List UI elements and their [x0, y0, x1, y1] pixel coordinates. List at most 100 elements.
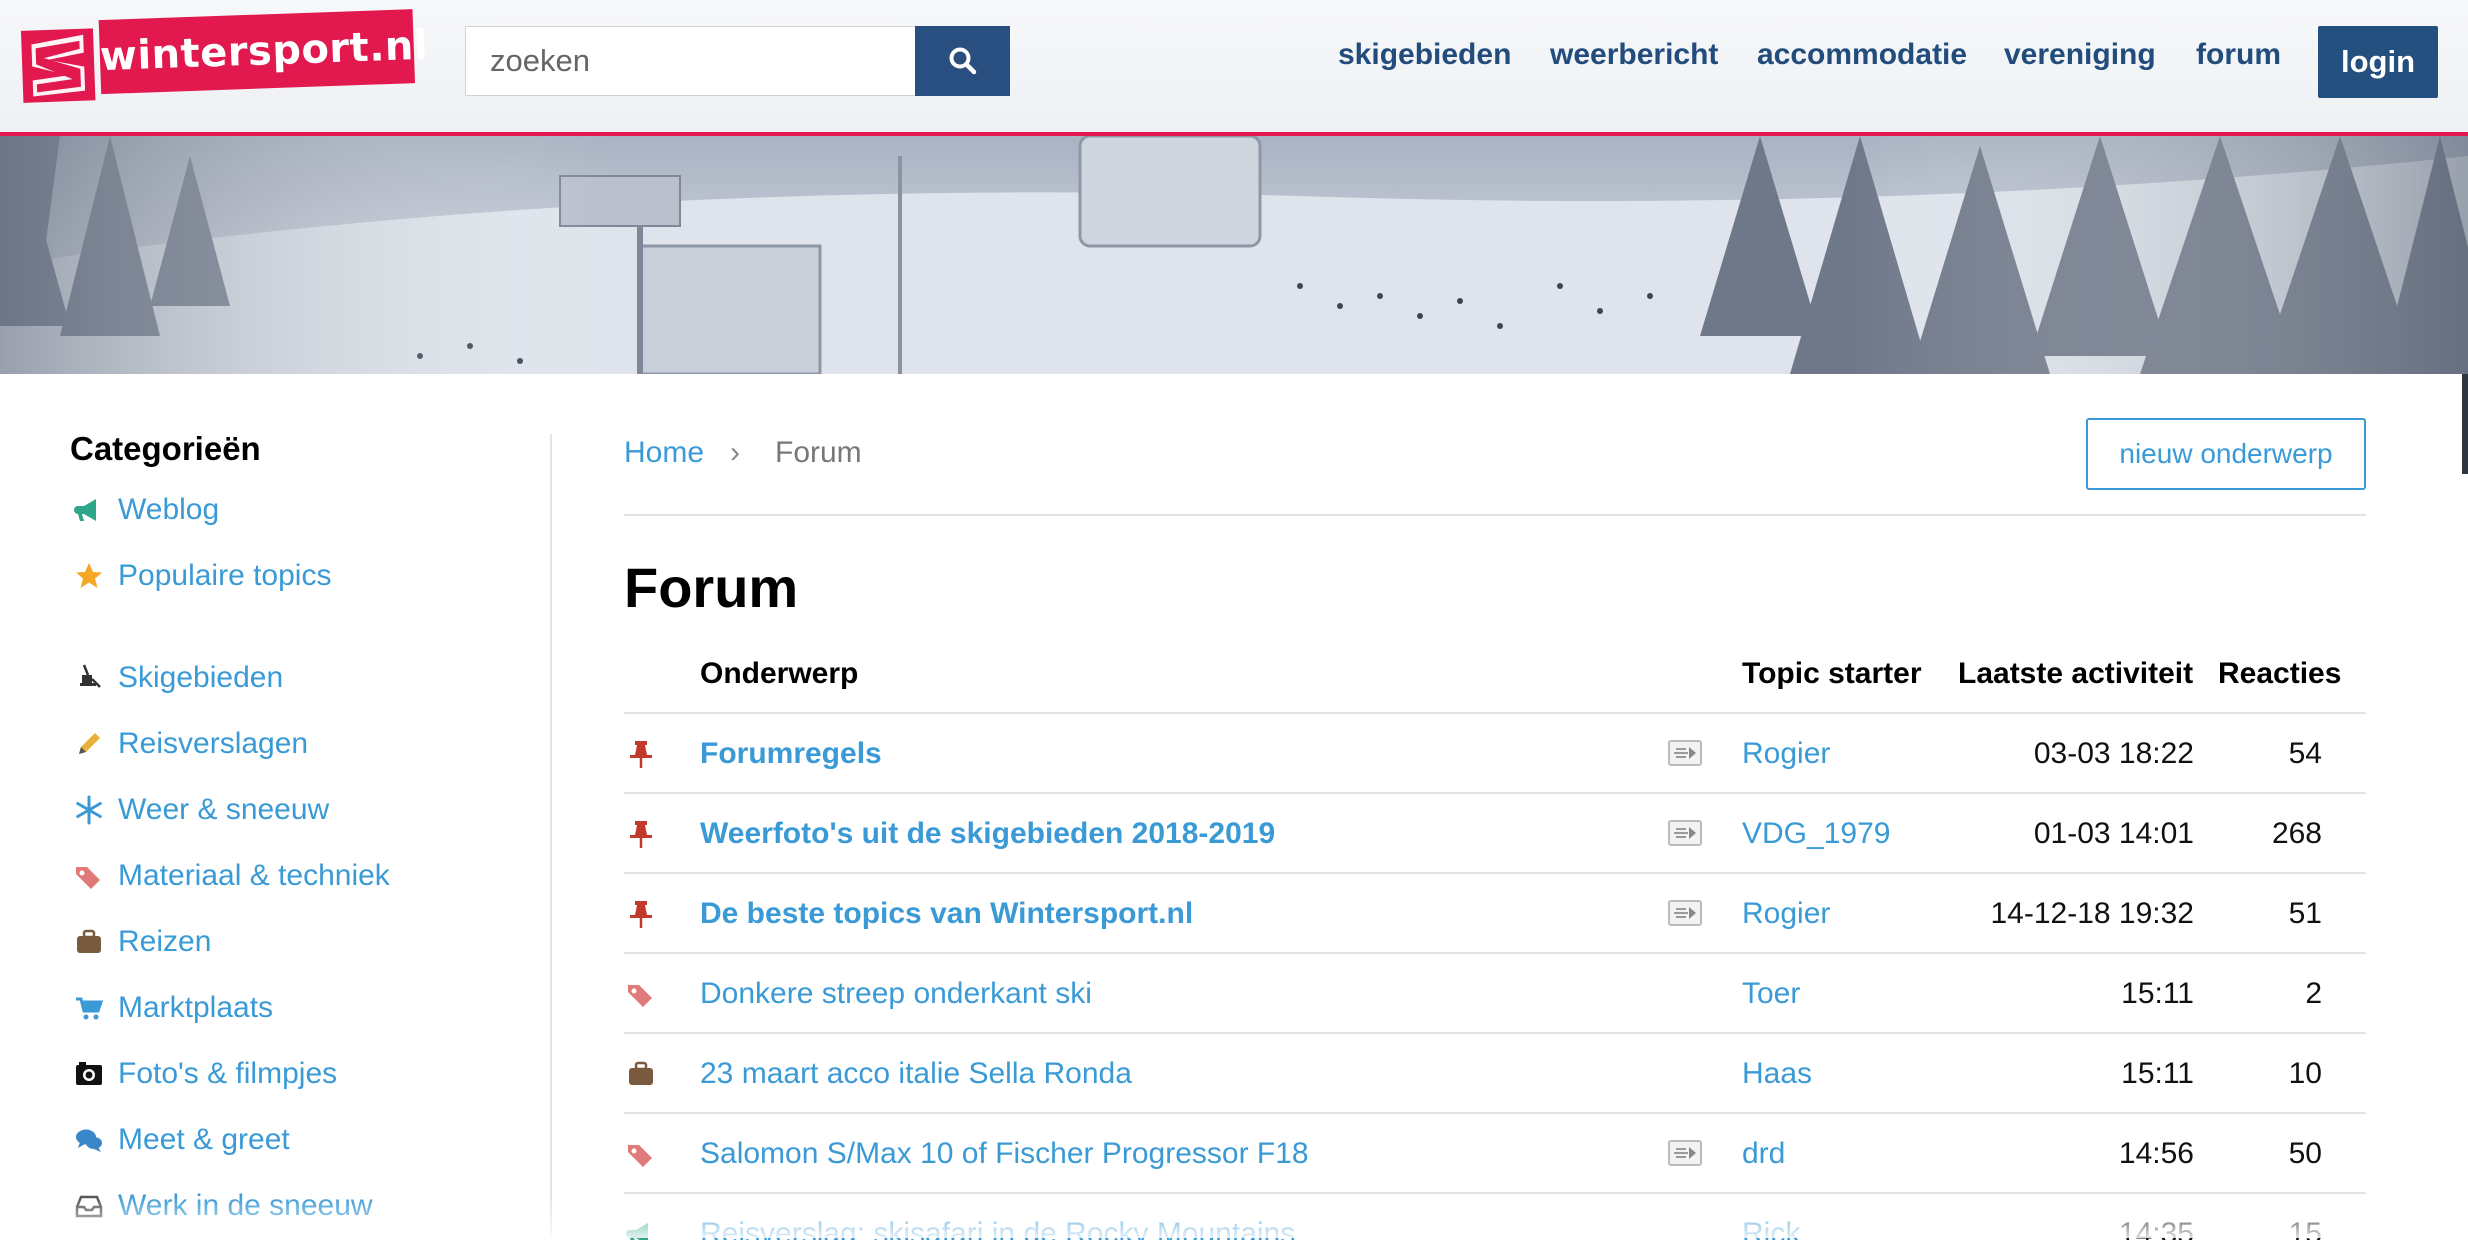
last-activity: 14:56 — [2118, 1137, 2194, 1170]
login-button[interactable]: login — [2318, 26, 2438, 98]
megaphone-icon — [624, 1217, 658, 1240]
chairlift-icon — [72, 661, 106, 695]
reply-count: 50 — [2288, 1137, 2322, 1170]
sidebar-item-fotos-filmpjes[interactable]: Foto's & filmpjes — [72, 1052, 337, 1096]
topic-link[interactable]: Reisverslag: skisafari in de Rocky Mount… — [700, 1194, 1295, 1240]
search-button[interactable] — [915, 26, 1010, 96]
sidebar-item-label: Meet & greet — [118, 1123, 290, 1156]
sidebar-item-label: Reizen — [118, 925, 212, 958]
inbox-icon — [72, 1189, 106, 1223]
topic-link[interactable]: Forumregels — [700, 714, 882, 794]
topic-starter-link[interactable]: Toer — [1742, 954, 1800, 1034]
topic-starter-link[interactable]: Rogier — [1742, 714, 1830, 794]
go-to-last-page-icon[interactable] — [1668, 740, 1702, 766]
sidebar-item-label: Werk in de sneeuw — [118, 1189, 373, 1222]
chat-bubbles-icon — [72, 1123, 106, 1157]
site-logo[interactable]: wintersport.nl — [20, 9, 429, 105]
last-activity: 14-12-18 19:32 — [1990, 897, 2195, 930]
suitcase-icon — [624, 1057, 658, 1091]
reply-count: 2 — [2305, 977, 2322, 1010]
table-row[interactable]: Salomon S/Max 10 of Fischer Progressor F… — [624, 1112, 2366, 1194]
topic-starter-link[interactable]: Rogier — [1742, 874, 1830, 954]
logo-s-mark-icon — [20, 28, 96, 103]
reply-count: 54 — [2288, 737, 2322, 770]
sidebar-item-reisverslagen[interactable]: Reisverslagen — [72, 722, 308, 766]
nav-accommodatie[interactable]: accommodatie — [1757, 38, 1967, 72]
last-activity: 15:11 — [2121, 977, 2194, 1010]
nav-skigebieden[interactable]: skigebieden — [1338, 38, 1511, 72]
last-activity: 03-03 18:22 — [2033, 737, 2194, 770]
ski-resort-banner-image — [0, 136, 2468, 374]
sidebar-item-label: Weer & sneeuw — [118, 793, 330, 826]
table-row[interactable]: De beste topics van Wintersport.nl Rogie… — [624, 872, 2366, 954]
snowflake-icon — [72, 793, 106, 827]
breadcrumb-home[interactable]: Home — [624, 436, 704, 470]
go-to-last-page-icon[interactable] — [1668, 820, 1702, 846]
breadcrumb-separator-icon: › — [730, 436, 740, 469]
sidebar-item-label: Materiaal & techniek — [118, 859, 390, 892]
search-icon — [949, 47, 976, 75]
new-topic-button[interactable]: nieuw onderwerp — [2086, 418, 2366, 490]
go-to-last-page-icon[interactable] — [1668, 1140, 1702, 1166]
topic-link[interactable]: Donkere streep onderkant ski — [700, 954, 1092, 1034]
column-header-topic[interactable]: Onderwerp — [700, 657, 858, 691]
camera-icon — [72, 1057, 106, 1091]
topic-starter-link[interactable]: Rick — [1742, 1194, 1800, 1240]
sidebar-item-werk-in-de-sneeuw[interactable]: Werk in de sneeuw — [72, 1184, 373, 1228]
table-row[interactable]: Donkere streep onderkant ski Toer 15:11 … — [624, 952, 2366, 1034]
search-input[interactable] — [465, 26, 915, 96]
pencil-icon — [72, 727, 106, 761]
table-row[interactable]: Forumregels Rogier 03-03 18:22 54 — [624, 712, 2366, 794]
column-header-activity[interactable]: Laatste activiteit — [1958, 657, 2193, 691]
topic-link[interactable]: De beste topics van Wintersport.nl — [700, 874, 1193, 954]
reply-count: 268 — [2271, 817, 2322, 850]
pin-icon — [624, 817, 658, 851]
sidebar-item-materiaal-techniek[interactable]: Materiaal & techniek — [72, 854, 390, 898]
sidebar-item-meet-greet[interactable]: Meet & greet — [72, 1118, 290, 1162]
last-activity: 01-03 14:01 — [2033, 817, 2194, 850]
last-activity: 15:11 — [2121, 1057, 2194, 1090]
sidebar-item-reizen[interactable]: Reizen — [72, 920, 211, 964]
go-to-last-page-icon[interactable] — [1668, 900, 1702, 926]
nav-forum[interactable]: forum — [2196, 38, 2281, 72]
tags-icon — [624, 1137, 658, 1171]
header-divider — [624, 514, 2366, 516]
topic-link[interactable]: Weerfoto's uit de skigebieden 2018-2019 — [700, 794, 1275, 874]
reply-count: 51 — [2288, 897, 2322, 930]
sidebar-item-label: Marktplaats — [118, 991, 274, 1024]
topic-link[interactable]: 23 maart acco italie Sella Ronda — [700, 1034, 1132, 1114]
star-icon — [72, 559, 106, 593]
sidebar-item-label: Reisverslagen — [118, 727, 309, 760]
sidebar-item-weer-sneeuw[interactable]: Weer & sneeuw — [72, 788, 329, 832]
site-header: wintersport.nl skigebieden weerbericht a… — [0, 0, 2468, 136]
pin-icon — [624, 897, 658, 931]
nav-vereniging[interactable]: vereniging — [2004, 38, 2156, 72]
sidebar-item-label: Populaire topics — [118, 559, 332, 592]
topic-link[interactable]: Salomon S/Max 10 of Fischer Progressor F… — [700, 1114, 1309, 1194]
topic-starter-link[interactable]: Haas — [1742, 1034, 1812, 1114]
sidebar-item-label: Foto's & filmpjes — [118, 1057, 338, 1090]
last-activity: 14:35 — [2118, 1217, 2194, 1240]
table-row[interactable]: Weerfoto's uit de skigebieden 2018-2019 … — [624, 792, 2366, 874]
sidebar-item-weblog[interactable]: Weblog — [72, 488, 219, 532]
suitcase-icon — [72, 925, 106, 959]
tags-icon — [72, 859, 106, 893]
shopping-cart-icon — [72, 991, 106, 1025]
logo-wordmark: wintersport.nl — [98, 9, 429, 95]
topic-starter-link[interactable]: VDG_1979 — [1742, 794, 1890, 874]
table-row[interactable]: Reisverslag: skisafari in de Rocky Mount… — [624, 1192, 2366, 1240]
page-title: Forum — [624, 556, 799, 619]
breadcrumb-current: Forum — [775, 436, 862, 469]
column-header-starter[interactable]: Topic starter — [1742, 657, 1922, 691]
column-header-replies[interactable]: Reacties — [2218, 657, 2341, 691]
nav-weerbericht[interactable]: weerbericht — [1550, 38, 1718, 72]
scrollbar-thumb[interactable] — [2462, 374, 2468, 474]
megaphone-icon — [72, 493, 106, 527]
sidebar-item-label: Weblog — [118, 493, 220, 526]
sidebar-item-populaire-topics[interactable]: Populaire topics — [72, 554, 331, 598]
sidebar-item-marktplaats[interactable]: Marktplaats — [72, 986, 273, 1030]
topic-starter-link[interactable]: drd — [1742, 1114, 1785, 1194]
tags-icon — [624, 977, 658, 1011]
sidebar-item-skigebieden[interactable]: Skigebieden — [72, 656, 283, 700]
table-row[interactable]: 23 maart acco italie Sella Ronda Haas 15… — [624, 1032, 2366, 1114]
